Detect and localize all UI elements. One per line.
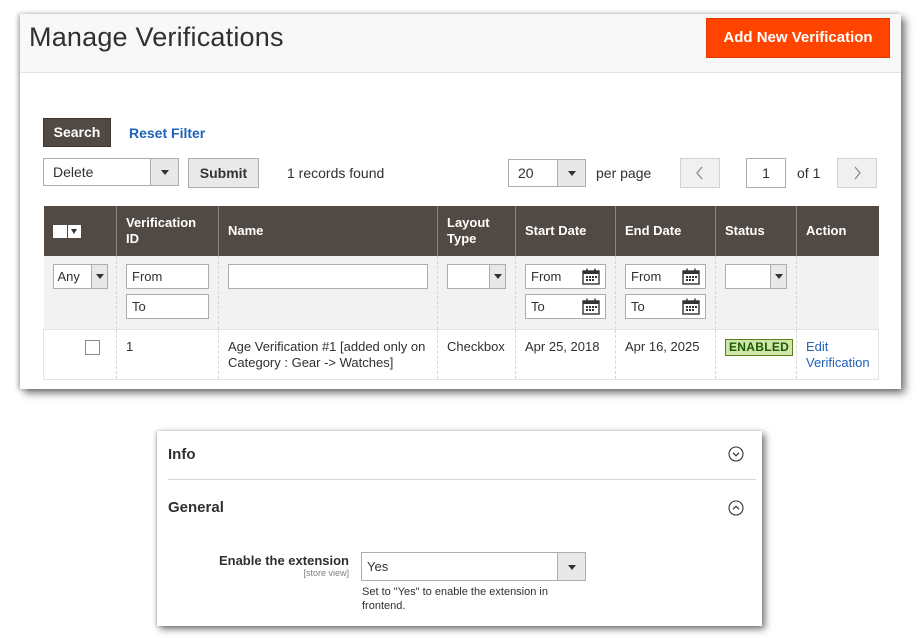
filter-id-to[interactable]: To bbox=[126, 294, 209, 319]
column-header-status[interactable]: Status bbox=[715, 206, 797, 256]
per-page-select[interactable]: 20 bbox=[508, 159, 586, 187]
chevron-circle-down-icon[interactable] bbox=[728, 446, 744, 462]
add-new-verification-button[interactable]: Add New Verification bbox=[706, 18, 890, 58]
select-all-checkbox[interactable] bbox=[52, 225, 67, 239]
filter-status-select[interactable] bbox=[725, 264, 787, 289]
edit-verification-link[interactable]: Edit Verification bbox=[806, 339, 870, 370]
filter-row: Any From To From To From To bbox=[43, 256, 879, 330]
mass-action-value: Delete bbox=[53, 164, 94, 180]
cell-action: Edit Verification bbox=[796, 329, 879, 380]
dropdown-arrow[interactable] bbox=[557, 160, 585, 186]
filter-end-to-placeholder: To bbox=[631, 299, 645, 314]
previous-page-button[interactable] bbox=[680, 158, 720, 188]
filter-end-from[interactable]: From bbox=[625, 264, 706, 289]
field-label-text: Enable the extension bbox=[218, 553, 349, 568]
cell-end-date: Apr 16, 2025 bbox=[615, 329, 716, 380]
filter-name-cell bbox=[218, 256, 438, 330]
search-button[interactable]: Search bbox=[43, 118, 111, 147]
chevron-circle-up-icon[interactable] bbox=[728, 500, 744, 516]
enable-extension-label: Enable the extension [store view] bbox=[219, 553, 349, 578]
field-note: Set to "Yes" to enable the extension in … bbox=[362, 586, 548, 612]
calendar-icon[interactable] bbox=[682, 268, 700, 285]
status-badge: ENABLED bbox=[725, 338, 794, 356]
page-title: Manage Verifications bbox=[29, 22, 284, 52]
mass-action-select[interactable]: Delete bbox=[43, 158, 179, 186]
configuration-panel: Info General Enable the extension [store… bbox=[157, 431, 762, 626]
column-header-end-date[interactable]: End Date bbox=[615, 206, 716, 256]
dropdown-arrow[interactable] bbox=[557, 553, 585, 580]
chevron-right-icon bbox=[854, 166, 861, 180]
dropdown-arrow[interactable] bbox=[770, 265, 786, 288]
filter-status-value bbox=[726, 269, 730, 284]
caret-down-icon bbox=[95, 274, 104, 279]
section-divider bbox=[168, 479, 756, 480]
calendar-icon[interactable] bbox=[582, 298, 600, 315]
filter-id-cell: From To bbox=[116, 256, 219, 330]
filter-select-any[interactable]: Any bbox=[52, 264, 108, 289]
caret-down-icon bbox=[775, 274, 783, 279]
verifications-table: Verification ID Name Layout Type Start D… bbox=[43, 206, 879, 380]
dropdown-arrow[interactable] bbox=[150, 159, 178, 185]
filter-start-to-placeholder: To bbox=[531, 299, 545, 314]
filter-name-input[interactable] bbox=[228, 264, 428, 289]
row-checkbox[interactable] bbox=[85, 339, 100, 355]
cell-start-date: Apr 25, 2018 bbox=[515, 329, 616, 380]
per-page-label: per page bbox=[596, 165, 652, 181]
page-number-input[interactable]: 1 bbox=[746, 158, 786, 188]
filter-start-to[interactable]: To bbox=[525, 294, 606, 319]
mass-select-dropdown[interactable] bbox=[52, 225, 81, 239]
dropdown-arrow[interactable] bbox=[489, 265, 505, 288]
row-select-cell bbox=[43, 329, 117, 380]
table-header-row: Verification ID Name Layout Type Start D… bbox=[43, 206, 879, 256]
caret-down-icon bbox=[160, 170, 169, 175]
filter-id-from[interactable]: From bbox=[126, 264, 209, 289]
per-page-value: 20 bbox=[518, 165, 534, 181]
next-page-button[interactable] bbox=[837, 158, 877, 188]
caret-down-icon bbox=[567, 564, 576, 570]
column-header-verification-id[interactable]: Verification ID bbox=[116, 206, 219, 256]
section-info-title[interactable]: Info bbox=[168, 446, 196, 463]
cell-layout-type: Checkbox bbox=[437, 329, 516, 380]
caret-down-icon bbox=[494, 274, 502, 279]
section-general-title[interactable]: General bbox=[168, 499, 224, 516]
submit-button[interactable]: Submit bbox=[188, 158, 259, 188]
caret-down-icon bbox=[70, 229, 77, 235]
filter-status-cell bbox=[715, 256, 797, 330]
column-header-layout-type[interactable]: Layout Type bbox=[437, 206, 516, 256]
field-scope: [store view] bbox=[303, 568, 349, 578]
mass-select-toggle[interactable] bbox=[67, 225, 81, 239]
enable-extension-select[interactable]: Yes bbox=[361, 552, 586, 581]
column-header-name[interactable]: Name bbox=[218, 206, 438, 256]
filter-select-any-value: Any bbox=[57, 269, 80, 284]
filter-end-from-placeholder: From bbox=[631, 269, 662, 284]
filter-start-date-cell: From To bbox=[515, 256, 616, 330]
filter-start-from-placeholder: From bbox=[531, 269, 562, 284]
filter-layout-select[interactable] bbox=[447, 264, 506, 289]
cell-name: Age Verification #1 [added only on Categ… bbox=[218, 329, 438, 380]
verifications-grid-panel: Manage Verifications Add New Verificatio… bbox=[20, 14, 901, 389]
filter-end-to[interactable]: To bbox=[625, 294, 706, 319]
cell-status: ENABLED bbox=[715, 329, 797, 380]
page-count: of 1 bbox=[797, 165, 821, 181]
cell-verification-id: 1 bbox=[116, 329, 219, 380]
records-found: 1 records found bbox=[287, 165, 385, 181]
table-row: 1 Age Verification #1 [added only on Cat… bbox=[43, 329, 879, 380]
caret-down-icon bbox=[567, 171, 576, 176]
calendar-icon[interactable] bbox=[682, 298, 700, 315]
filter-layout-cell bbox=[437, 256, 516, 330]
column-header-start-date[interactable]: Start Date bbox=[515, 206, 616, 256]
column-header-action: Action bbox=[796, 206, 879, 256]
calendar-icon[interactable] bbox=[582, 268, 600, 285]
column-header-select[interactable] bbox=[43, 206, 117, 256]
filter-end-date-cell: From To bbox=[615, 256, 716, 330]
enable-extension-value: Yes bbox=[367, 559, 389, 574]
filter-action-cell bbox=[796, 256, 879, 330]
filter-select-cell: Any bbox=[43, 256, 117, 330]
filter-start-from[interactable]: From bbox=[525, 264, 606, 289]
reset-filter-link[interactable]: Reset Filter bbox=[129, 125, 205, 141]
page-header: Manage Verifications Add New Verificatio… bbox=[20, 14, 901, 73]
dropdown-arrow[interactable] bbox=[90, 265, 107, 288]
filter-layout-value bbox=[448, 269, 452, 284]
chevron-left-icon bbox=[696, 166, 703, 180]
